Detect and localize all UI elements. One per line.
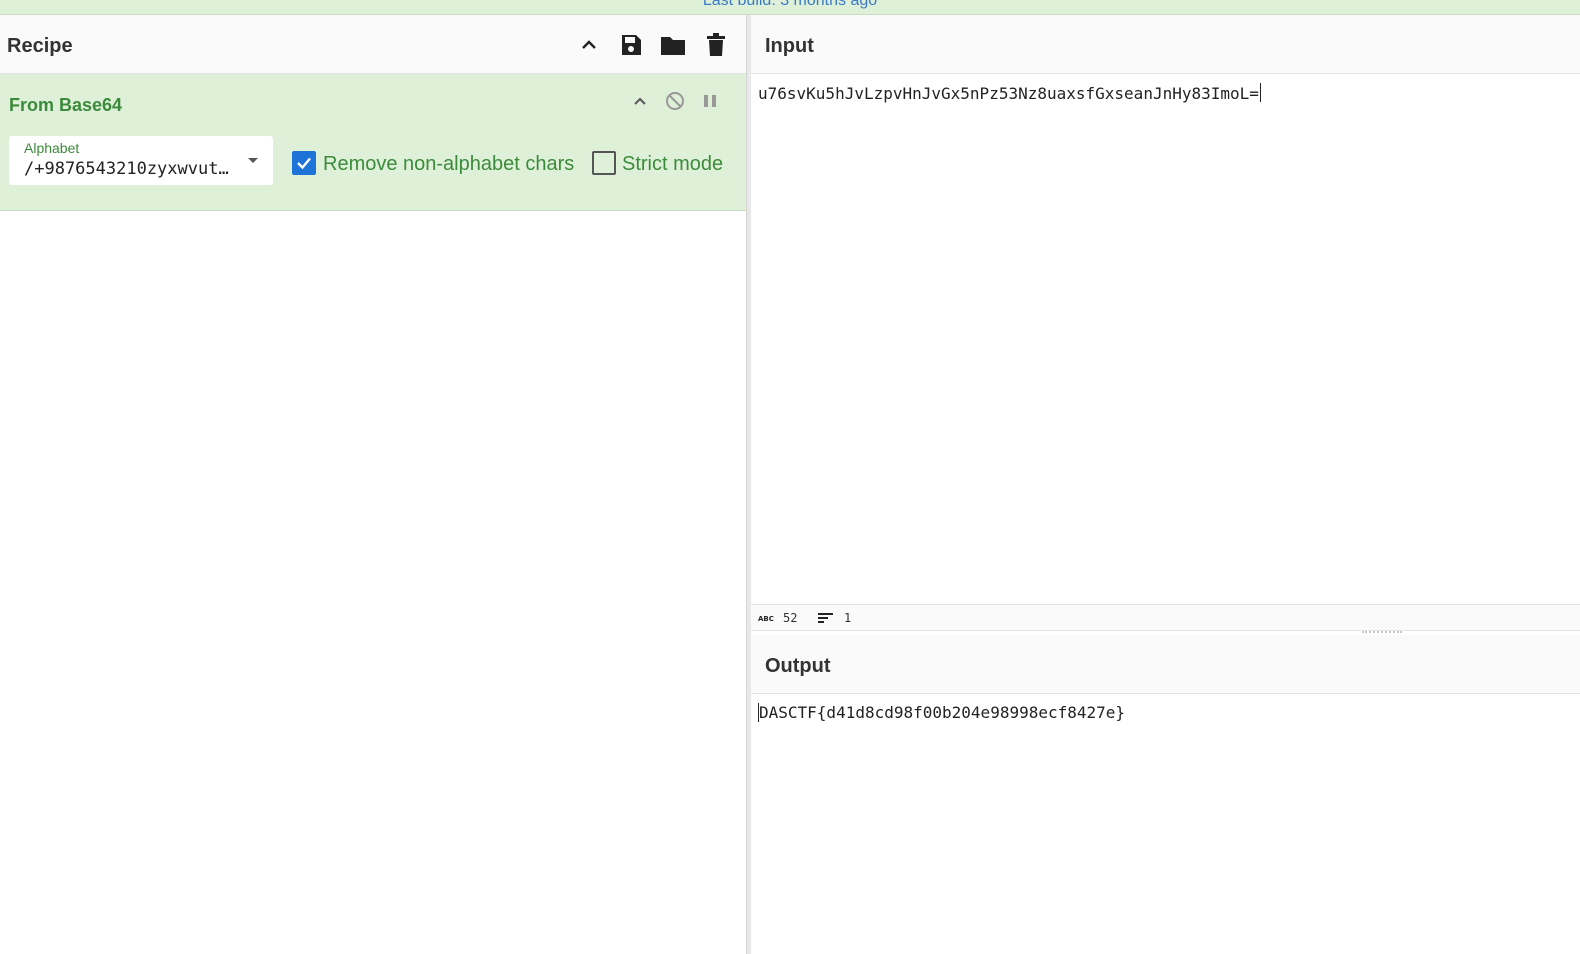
recipe-title: Recipe — [7, 35, 73, 57]
input-textarea[interactable]: u76svKu5hJvLzpvHnJvGx5nPz53Nz8uaxsfGxsea… — [758, 83, 1261, 103]
folder-icon — [661, 37, 685, 55]
strict-mode-label[interactable]: Strict mode — [622, 153, 723, 176]
operation-title: From Base64 — [9, 95, 123, 115]
clear-recipe-button[interactable] — [701, 30, 731, 60]
chevron-up-icon — [634, 97, 646, 105]
disable-icon — [666, 92, 684, 110]
load-recipe-button[interactable] — [658, 30, 688, 60]
output-text[interactable]: DASCTF{d41d8cd98f00b204e98998ecf8427e} — [758, 703, 1125, 722]
input-text: u76svKu5hJvLzpvHnJvGx5nPz53Nz8uaxsfGxsea… — [758, 84, 1259, 103]
input-status-bar: ABC 52 1 — [751, 604, 1580, 631]
output-pane: Output DASCTF{d41d8cd98f00b204e98998ecf8… — [751, 635, 1580, 954]
svg-text:ABC: ABC — [758, 615, 774, 623]
trash-icon — [707, 33, 725, 56]
remove-non-alphabet-label[interactable]: Remove non-alphabet chars — [323, 153, 574, 176]
length-value: 52 — [783, 611, 798, 625]
top-banner: Last build: 3 months ago — [0, 0, 1580, 15]
alphabet-value: /+9876543210zyxwvutsrqponmlkjihgfedcbaZY… — [24, 159, 229, 179]
lines-icon — [818, 613, 833, 623]
length-stat: ABC 52 — [758, 611, 797, 625]
collapse-operation-button[interactable] — [627, 88, 653, 114]
lines-stat: 1 — [818, 611, 851, 625]
output-header: Output — [751, 635, 1580, 694]
recipe-header: Recipe — [0, 15, 746, 74]
last-build-text: Last build: 3 months ago — [702, 0, 878, 9]
recipe-pane: Recipe From Base64 Alphabet /+9876543210… — [0, 15, 746, 954]
disable-operation-button[interactable] — [662, 88, 688, 114]
dropdown-caret-icon — [248, 158, 258, 163]
operation-from-base64[interactable]: From Base64 Alphabet /+9876543210zyxwvut… — [0, 74, 746, 211]
check-icon — [297, 157, 311, 170]
save-recipe-button[interactable] — [616, 30, 646, 60]
alphabet-select[interactable]: Alphabet /+9876543210zyxwvutsrqponmlkjih… — [9, 136, 273, 185]
alphabet-label: Alphabet — [24, 140, 80, 156]
strict-mode-checkbox[interactable] — [592, 151, 616, 175]
chevron-up-icon — [582, 40, 596, 49]
save-icon — [622, 35, 641, 55]
abc-icon: ABC — [758, 615, 774, 623]
remove-non-alphabet-checkbox[interactable] — [292, 151, 316, 175]
io-resize-grip[interactable] — [1362, 631, 1402, 634]
lines-value: 1 — [844, 611, 852, 625]
pause-icon — [704, 95, 716, 107]
input-pane: Input u76svKu5hJvLzpvHnJvGx5nPz53Nz8uaxs… — [751, 15, 1580, 619]
input-title: Input — [765, 35, 814, 57]
text-cursor — [1259, 83, 1261, 102]
input-header: Input — [751, 15, 1580, 74]
output-title: Output — [765, 655, 831, 677]
pause-operation-button[interactable] — [697, 88, 723, 114]
collapse-all-button[interactable] — [574, 30, 604, 60]
